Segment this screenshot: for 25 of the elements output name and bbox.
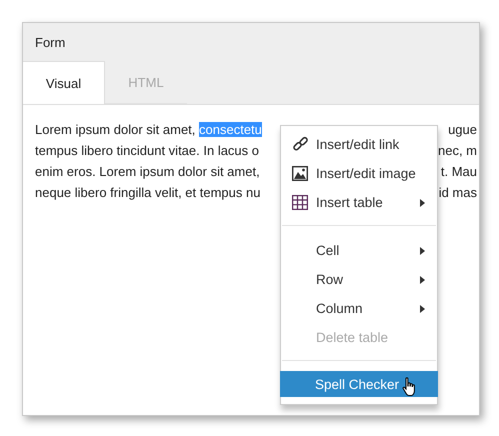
link-icon xyxy=(292,136,309,153)
menu-item[interactable]: Insert/edit link xyxy=(281,130,437,159)
text-fragment: id mas xyxy=(438,184,477,202)
text-line: tempus libero tincidunt vitae. In lacus o xyxy=(35,142,260,160)
caret-icon xyxy=(420,276,425,284)
text-fragment: ugue xyxy=(448,121,477,139)
text-fragment: t. Mau xyxy=(440,163,477,181)
menu-item[interactable]: Insert table xyxy=(281,188,437,217)
caret-icon xyxy=(420,246,425,254)
text-line: enim eros. Lorem ipsum dolor sit amet, xyxy=(35,163,260,181)
text-fragment: nec, m xyxy=(438,142,477,160)
menu-item[interactable]: Insert/edit image xyxy=(281,159,437,188)
menu-item[interactable]: Spell Checker xyxy=(280,371,438,397)
caret-icon xyxy=(420,198,425,206)
image-icon xyxy=(292,166,308,181)
text-line: Lorem ipsum dolor sit amet, consectetu xyxy=(35,121,262,139)
menu-item[interactable]: Cell xyxy=(281,236,437,265)
caret-icon xyxy=(420,304,425,312)
hand-cursor-icon xyxy=(402,377,418,397)
text-line: neque libero fringilla velit, et tempus nu xyxy=(35,184,260,202)
tab[interactable]: Visual xyxy=(23,61,105,104)
menu-item[interactable]: Column xyxy=(281,294,437,323)
table-icon xyxy=(292,195,308,210)
window-title: Form xyxy=(35,34,66,50)
menu-item[interactable]: Row xyxy=(281,265,437,294)
